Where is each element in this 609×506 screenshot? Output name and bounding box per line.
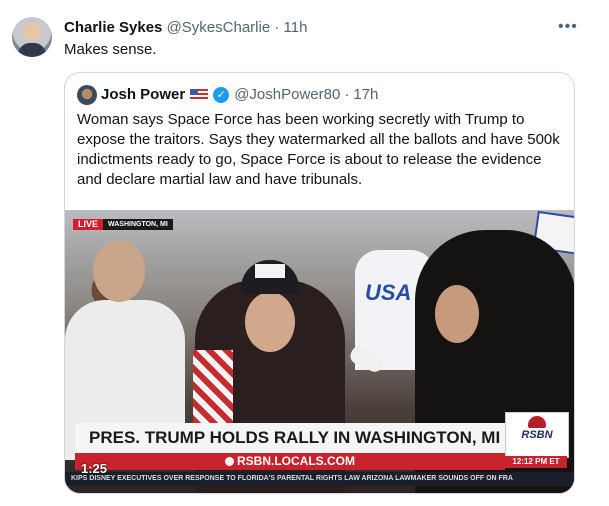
jersey-text: USA (365, 280, 412, 305)
ticker-text: KIPS DISNEY EXECUTIVES OVER RESPONSE TO … (71, 475, 513, 482)
rsbn-mark-icon (528, 416, 546, 428)
rsbn-logo: RSBN (505, 412, 569, 458)
interviewer-face (435, 285, 479, 343)
author-name[interactable]: Charlie Sykes (64, 19, 162, 36)
url-text: RSBN.LOCALS.COM (237, 454, 355, 468)
live-label: LIVE (73, 219, 104, 230)
url-bar: RSBN.LOCALS.COM (75, 453, 505, 470)
url-text-wrap: RSBN.LOCALS.COM (75, 453, 505, 470)
us-flag-icon (190, 89, 209, 101)
more-horizontal-icon[interactable]: ••• (558, 17, 578, 37)
quoted-tweet[interactable]: Josh Power ✓ @JoshPower80 · 17h Woman sa… (64, 72, 575, 494)
verified-badge-icon: ✓ (213, 87, 230, 103)
tweet[interactable]: Charlie Sykes @SykesCharlie · 11h ••• Ma… (0, 0, 609, 506)
video-player[interactable]: USA LIVE WASHINGTON, MI PRES. TRUMP HOLD… (65, 210, 574, 493)
tweet-time[interactable]: 11h (284, 19, 308, 36)
location-label: WASHINGTON, MI (103, 219, 173, 230)
quoted-author-name[interactable]: Josh Power (101, 85, 185, 105)
author-avatar[interactable] (12, 17, 52, 57)
video-duration: 1:25 (81, 461, 108, 476)
interviewee-face (245, 292, 295, 352)
quoted-author-handle[interactable]: @JoshPower80 (234, 85, 340, 105)
broadcast-clock: 12:12 PM ET (505, 456, 567, 468)
news-headline: PRES. TRUMP HOLDS RALLY IN WASHINGTON, M… (89, 428, 501, 447)
man-head (93, 240, 145, 302)
quoted-tweet-time[interactable]: 17h (353, 85, 378, 105)
locals-icon (225, 457, 234, 466)
author-handle[interactable]: @SykesCharlie (167, 19, 271, 36)
lower-third: PRES. TRUMP HOLDS RALLY IN WASHINGTON, M… (75, 423, 565, 453)
tweet-header: Charlie Sykes @SykesCharlie · 11h (64, 18, 307, 38)
quoted-tweet-text: Woman says Space Force has been working … (77, 111, 560, 188)
news-ticker: KIPS DISNEY EXECUTIVES OVER RESPONSE TO … (65, 472, 574, 486)
live-badge: LIVE WASHINGTON, MI (73, 219, 173, 230)
tweet-text: Makes sense. (64, 41, 157, 58)
rsbn-logo-text: RSBN (521, 429, 553, 441)
quoted-header-separator: · (344, 86, 350, 103)
header-separator: · (274, 19, 280, 36)
quoted-author-avatar[interactable] (77, 85, 97, 105)
quoted-tweet-header: Josh Power ✓ @JoshPower80 · 17h (101, 85, 378, 105)
